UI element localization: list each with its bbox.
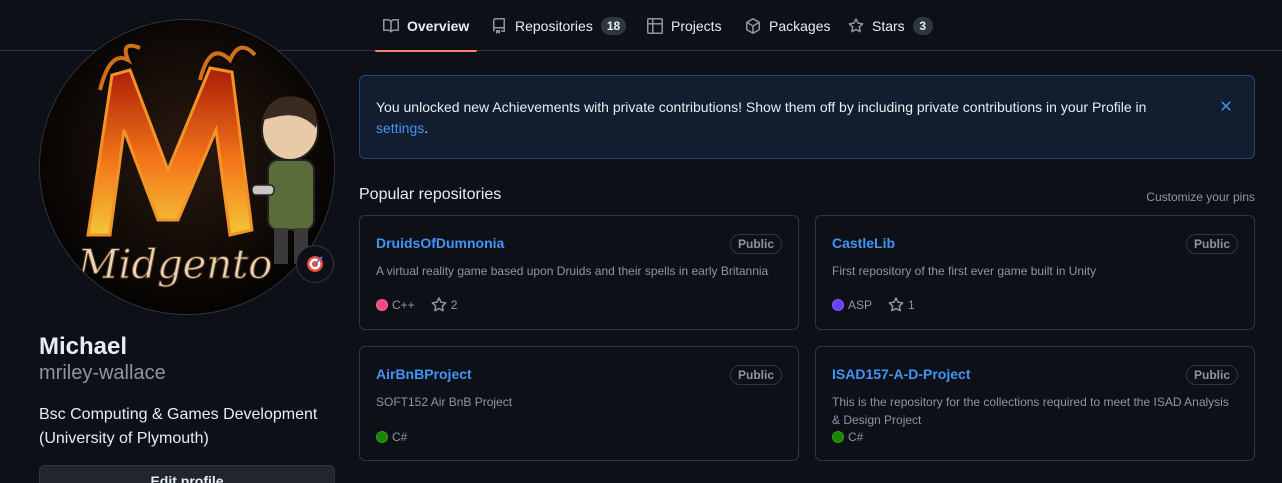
bio-line: Bsc Computing & Games Development bbox=[39, 406, 318, 423]
popular-repositories-title: Popular repositories bbox=[359, 186, 502, 203]
language-color-dot bbox=[832, 431, 844, 443]
flash-message: You unlocked new Achievements with priva… bbox=[376, 99, 1147, 115]
repo-language: C# bbox=[376, 430, 407, 444]
star-icon bbox=[848, 17, 864, 32]
star-icon bbox=[431, 297, 447, 312]
repo-language: ASP bbox=[832, 298, 872, 312]
repo-description: This is the repository for the collectio… bbox=[832, 395, 1229, 427]
visibility-badge: Public bbox=[1185, 234, 1238, 254]
book-icon bbox=[383, 18, 399, 32]
profile-bio: Bsc Computing & Games Development (Unive… bbox=[39, 403, 339, 451]
repo-name-link[interactable]: AirBnBProject bbox=[376, 366, 472, 382]
language-color-dot bbox=[832, 299, 844, 311]
profile-login: mriley-wallace bbox=[39, 362, 166, 384]
tab-projects-label: Projects bbox=[671, 17, 722, 34]
close-icon[interactable] bbox=[1218, 98, 1234, 114]
tab-repositories[interactable]: Repositories 18 bbox=[491, 0, 627, 51]
visibility-badge: Public bbox=[729, 365, 782, 385]
edit-profile-button[interactable]: Edit profile bbox=[39, 465, 335, 483]
repo-meta: C++ 2 bbox=[376, 297, 457, 313]
tab-stars[interactable]: Stars 3 bbox=[848, 0, 933, 51]
avatar[interactable]: Midgento bbox=[39, 19, 335, 315]
package-icon bbox=[746, 17, 760, 34]
tab-repositories-label: Repositories bbox=[515, 17, 593, 34]
visibility-badge: Public bbox=[1185, 365, 1238, 385]
language-color-dot bbox=[376, 299, 388, 311]
repo-language: C# bbox=[832, 430, 863, 444]
repo-language: C++ bbox=[376, 298, 415, 312]
profile-name: Michael bbox=[39, 333, 128, 360]
customize-pins-link[interactable]: Customize your pins bbox=[1146, 190, 1255, 204]
repo-description: A virtual reality game based upon Druids… bbox=[376, 264, 769, 278]
repo-icon bbox=[493, 17, 505, 34]
avatar-artwork: Midgento bbox=[40, 20, 334, 314]
stars-count-badge: 3 bbox=[912, 16, 933, 35]
repo-card: AirBnBProject Public SOFT152 Air BnB Pro… bbox=[359, 346, 799, 461]
star-count: 2 bbox=[450, 298, 458, 312]
language-label: C++ bbox=[392, 298, 415, 312]
tab-packages[interactable]: Packages bbox=[745, 0, 830, 51]
flash-message-tail: . bbox=[424, 120, 429, 136]
achievements-flash-banner: You unlocked new Achievements with priva… bbox=[359, 75, 1255, 159]
tab-stars-label: Stars bbox=[872, 17, 905, 34]
tab-overview-label: Overview bbox=[407, 17, 470, 34]
repo-name-link[interactable]: CastleLib bbox=[832, 235, 895, 251]
status-emoji-button[interactable] bbox=[296, 245, 334, 283]
tab-projects[interactable]: Projects bbox=[647, 0, 722, 51]
settings-link[interactable]: settings bbox=[376, 120, 424, 136]
language-label: C# bbox=[848, 430, 864, 444]
avatar-logo-text: Midgento bbox=[77, 242, 273, 288]
repo-name-link[interactable]: ISAD157-A-D-Project bbox=[832, 366, 970, 382]
table-icon bbox=[647, 17, 663, 34]
language-label: ASP bbox=[848, 298, 873, 312]
star-icon bbox=[888, 297, 904, 312]
repo-card: DruidsOfDumnonia Public A virtual realit… bbox=[359, 215, 799, 330]
tab-packages-label: Packages bbox=[769, 17, 831, 34]
star-count: 1 bbox=[908, 298, 915, 312]
repo-meta: C# bbox=[832, 430, 863, 444]
visibility-badge: Public bbox=[729, 234, 782, 254]
target-emoji-icon bbox=[307, 256, 323, 272]
language-label: C# bbox=[392, 430, 408, 444]
repo-description: First repository of the first ever game … bbox=[832, 264, 1097, 278]
repo-meta: ASP 1 bbox=[832, 297, 915, 313]
bio-line: (University of Plymouth) bbox=[39, 430, 209, 447]
repo-description: SOFT152 Air BnB Project bbox=[376, 395, 513, 409]
repo-stargazers-link[interactable]: 1 bbox=[888, 297, 915, 313]
repo-card: CastleLib Public First repository of the… bbox=[815, 215, 1255, 330]
language-color-dot bbox=[376, 431, 388, 443]
repo-meta: C# bbox=[376, 430, 407, 444]
repositories-count-badge: 18 bbox=[600, 16, 627, 35]
repo-name-link[interactable]: DruidsOfDumnonia bbox=[376, 235, 504, 251]
repo-card: ISAD157-A-D-Project Public This is the r… bbox=[815, 346, 1255, 461]
tab-overview[interactable]: Overview bbox=[374, 0, 478, 52]
repo-stargazers-link[interactable]: 2 bbox=[431, 297, 458, 313]
